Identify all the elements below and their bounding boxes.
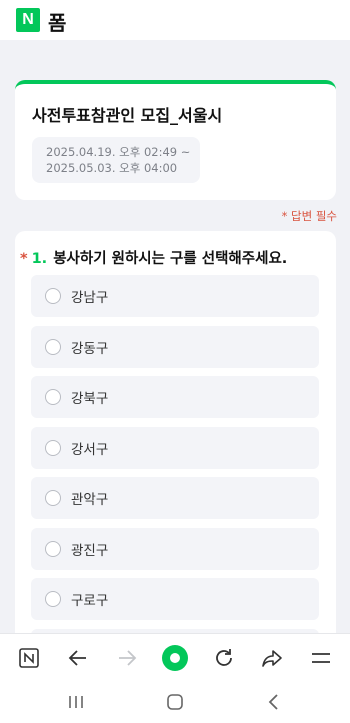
recent-apps-icon — [69, 696, 83, 708]
option-label: 강북구 — [71, 391, 109, 407]
option-gangnam[interactable]: 강남구 — [31, 275, 319, 317]
naver-home-button[interactable] — [9, 634, 49, 682]
refresh-button[interactable] — [204, 634, 244, 682]
radio-button[interactable] — [45, 338, 61, 355]
forward-arrow-icon — [119, 650, 137, 666]
option-label: 강남구 — [71, 290, 109, 306]
share-button[interactable] — [252, 634, 292, 682]
refresh-icon — [216, 649, 232, 666]
green-dot-icon — [162, 645, 188, 671]
period-end: 2025.05.03. 오후 04:00 — [46, 161, 178, 175]
back-arrow-icon — [68, 650, 86, 666]
home-button[interactable] — [155, 681, 195, 723]
period-start: 2025.04.19. 오후 02:49 ~ — [46, 145, 191, 159]
forward-button[interactable] — [107, 634, 147, 682]
green-dot-button[interactable] — [155, 634, 195, 682]
radio-button[interactable] — [45, 288, 61, 304]
share-icon — [262, 650, 282, 667]
recent-apps-button[interactable] — [56, 681, 96, 723]
option-label: 강동구 — [71, 340, 109, 357]
option-label: 관악구 — [71, 492, 109, 508]
menu-icon — [312, 653, 330, 663]
question-title: * 1. 봉사하기 원하시는 구를 선택해주세요. — [20, 247, 287, 268]
required-note: * 답변 필수 — [281, 209, 337, 223]
home-icon — [167, 694, 183, 710]
app-title: 폼 — [48, 11, 67, 35]
naver-home-icon — [19, 648, 39, 668]
browser-toolbar — [0, 633, 350, 681]
option-gangbuk[interactable]: 강북구 — [31, 376, 319, 418]
back-icon — [268, 694, 278, 710]
radio-button[interactable] — [45, 591, 61, 607]
question-number: 1. — [31, 251, 48, 267]
app-header: N 폼 — [0, 0, 350, 40]
option-list: 강남구 강동구 강북구 강서구 관악구 광진구 구로구 — [31, 275, 319, 679]
radio-button[interactable] — [45, 490, 61, 506]
option-gangseo[interactable]: 강서구 — [31, 426, 319, 469]
radio-button[interactable] — [45, 389, 61, 405]
option-gangdong[interactable]: 강동구 — [31, 325, 319, 368]
back-button[interactable] — [58, 634, 98, 682]
menu-button[interactable] — [301, 634, 341, 682]
system-nav-bar — [0, 681, 350, 723]
naver-logo[interactable]: N — [16, 8, 40, 32]
question-card: * 1. 봉사하기 원하시는 구를 선택해주세요. 강남구 강동구 강북구 강서구 … — [15, 231, 336, 671]
form-period: 2025.04.19. 오후 02:49 ~ 2025.05.03. 오후 04… — [32, 137, 200, 183]
option-gwangjin[interactable]: 광진구 — [31, 527, 319, 570]
radio-button[interactable] — [45, 439, 61, 456]
option-label: 광진구 — [71, 542, 109, 559]
form-header-card: 사전투표참관인 모집_서울시 2025.04.19. 오후 02:49 ~ 20… — [15, 80, 336, 200]
system-back-button[interactable] — [254, 681, 294, 723]
option-label: 강서구 — [71, 441, 109, 458]
radio-button[interactable] — [45, 540, 61, 557]
question-text: 봉사하기 원하시는 구를 선택해주세요. — [53, 251, 288, 267]
option-guro[interactable]: 구로구 — [31, 578, 319, 620]
required-star: * — [20, 251, 28, 267]
form-title: 사전투표참관인 모집_서울시 — [32, 106, 223, 125]
option-gwanak[interactable]: 관악구 — [31, 477, 319, 519]
option-label: 구로구 — [71, 593, 109, 609]
